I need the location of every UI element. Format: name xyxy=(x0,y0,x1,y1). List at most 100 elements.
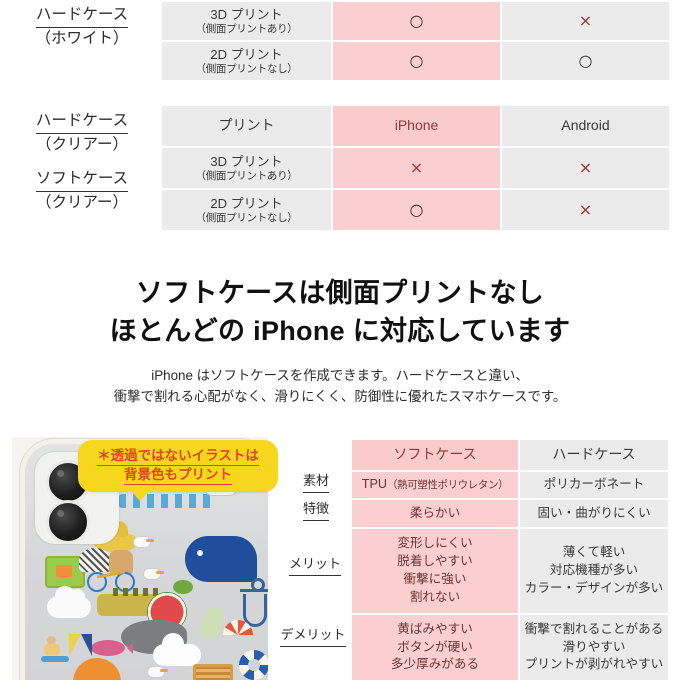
demerit-item: ボタンが硬い xyxy=(397,639,473,654)
cell-iphone-support: ○ xyxy=(333,2,500,40)
soft-material-note: （熱可塑性ポリウレタン） xyxy=(386,479,509,492)
cell-android-support: × xyxy=(502,190,669,230)
frog-illustration xyxy=(173,580,193,594)
label-material: 素材 xyxy=(286,472,346,493)
cell-soft-feature: 柔らかい xyxy=(352,500,518,527)
demerit-item: プリントが剥がれやすい xyxy=(524,657,664,672)
bird-illustration xyxy=(143,568,164,580)
cloud-illustration xyxy=(47,586,91,618)
print-subtitle: （側面プリントあり） xyxy=(195,22,298,35)
support-mark: × xyxy=(578,11,593,31)
bird-illustration xyxy=(147,666,168,678)
label-merit: メリット xyxy=(280,555,350,576)
callout-transparency-note: ＊透過ではないイラストは 背景色もプリント xyxy=(78,440,278,501)
surfer-illustration xyxy=(41,636,69,664)
merit-item: 割れない xyxy=(409,589,461,604)
subcopy-line-2: 衝撃で割れる心配がなく、滑りにくく、防御性に優れたスマホケースです。 xyxy=(113,389,567,405)
fish-illustration xyxy=(91,640,133,656)
cell-soft-merit: 変形しにくい 脱着しやすい 衝撃に強い 割れない xyxy=(352,529,518,613)
label-demerit: デメリット xyxy=(274,626,352,647)
demerit-item: 衝撃で割れることがある xyxy=(524,621,664,636)
print-subtitle: （側面プリントなし） xyxy=(195,62,298,75)
table-hard-case-white: 3D プリント （側面プリントあり） ○ × 2D プリント （側面プリントなし… xyxy=(160,0,671,82)
label-hard-case-white-main: ハードケース xyxy=(35,4,129,29)
cell-hard-material: ポリカーボネート xyxy=(520,472,668,498)
label-hard-case-clear: ハードケース （クリアー） xyxy=(8,110,156,157)
label-demerit-text: デメリット xyxy=(280,626,346,647)
print-subtitle: （側面プリントなし） xyxy=(195,211,298,224)
cell-android-support: × xyxy=(502,2,669,40)
demerit-item: 多少厚みがある xyxy=(390,657,480,672)
support-mark: ○ xyxy=(409,51,424,71)
table-row-merit: 変形しにくい 脱着しやすい 衝撃に強い 割れない 薄くて軽い 対応機種が多い カ… xyxy=(352,529,668,613)
cell-print-type: 3D プリント （側面プリントあり） xyxy=(162,148,331,188)
basket-illustration xyxy=(193,664,233,680)
merit-item: 脱着しやすい xyxy=(397,554,473,569)
support-mark: ○ xyxy=(409,11,424,31)
print-subtitle: （側面プリントあり） xyxy=(195,169,298,182)
cell-soft-material: TPU（熱可塑性ポリウレタン） xyxy=(352,472,518,498)
table-row-material: TPU（熱可塑性ポリウレタン） ポリカーボネート xyxy=(352,472,668,498)
label-hard-case-white-sub: （ホワイト） xyxy=(35,30,129,48)
cloud-illustration xyxy=(153,633,201,666)
label-hard-case-white: ハードケース （ホワイト） xyxy=(8,4,156,51)
header-print: プリント xyxy=(162,106,331,146)
table-row: 2D プリント （側面プリントなし） ○ ○ xyxy=(162,42,669,80)
demerit-item: 滑りやすい xyxy=(562,639,626,654)
headline-line-2: ほとんどの iPhone に対応しています xyxy=(109,316,571,347)
table-header-row: プリント iPhone Android xyxy=(162,106,669,146)
net-illustration xyxy=(79,548,111,572)
label-soft-case-clear: ソフトケース （クリアー） xyxy=(8,168,156,215)
merit-item: 衝撃に強い xyxy=(403,572,467,586)
support-mark: × xyxy=(409,158,424,178)
callout-tail xyxy=(130,490,150,501)
cell-hard-feature: 固い・曲がりにくい xyxy=(520,500,668,527)
cell-print-type: 3D プリント （側面プリントあり） xyxy=(162,2,331,40)
cell-print-type: 2D プリント （側面プリントなし） xyxy=(162,190,331,230)
leaf-illustration xyxy=(201,608,223,638)
label-hard-case-clear-main: ハードケース xyxy=(35,110,129,135)
header-soft-case: ソフトケース xyxy=(352,440,518,470)
cell-android-support: ○ xyxy=(502,42,669,80)
merit-item: 変形しにくい xyxy=(397,536,473,551)
headline-block: ソフトケースは側面プリントなし ほとんどの iPhone に対応しています iP… xyxy=(0,274,680,408)
support-mark: × xyxy=(578,158,593,178)
callout-line-2: 背景色もプリント xyxy=(124,466,232,486)
table-row: 2D プリント （側面プリントなし） ○ × xyxy=(162,190,669,230)
merit-item: 薄くて軽い xyxy=(562,545,626,560)
print-title: 3D プリント xyxy=(210,153,283,169)
print-title: 3D プリント xyxy=(210,6,283,22)
print-title: 2D プリント xyxy=(210,46,283,62)
cell-print-type: 2D プリント （側面プリントなし） xyxy=(162,42,331,80)
table-row: 3D プリント （側面プリントあり） ○ × xyxy=(162,2,669,40)
table-row-demerit: 黄ばみやすい ボタンが硬い 多少厚みがある 衝撃で割れることがある 滑りやすい … xyxy=(352,615,668,680)
headline-subcopy: iPhone はソフトケースを作成できます。ハードケースと違い、 衝撃で割れる心… xyxy=(0,365,680,408)
label-merit-text: メリット xyxy=(288,555,341,576)
label-feature-text: 特徴 xyxy=(302,500,329,521)
merit-item: カラー・デザインが多い xyxy=(524,580,664,595)
cell-hard-merit: 薄くて軽い 対応機種が多い カラー・デザインが多い xyxy=(520,529,668,613)
bird-illustration xyxy=(133,536,154,548)
cell-iphone-support: × xyxy=(333,148,500,188)
support-mark: ○ xyxy=(578,51,593,71)
whale-illustration xyxy=(185,536,257,582)
headline-line-1: ソフトケースは側面プリントなし xyxy=(135,278,545,308)
demerit-item: 黄ばみやすい xyxy=(397,621,473,636)
label-feature: 特徴 xyxy=(286,500,346,521)
cell-hard-demerit: 衝撃で割れることがある 滑りやすい プリントが剥がれやすい xyxy=(520,615,668,680)
print-title: 2D プリント xyxy=(210,195,283,211)
subcopy-line-1: iPhone はソフトケースを作成できます。ハードケースと違い、 xyxy=(151,367,529,383)
table-clear-cases: プリント iPhone Android 3D プリント （側面プリントあり） ×… xyxy=(160,104,671,232)
cell-android-support: × xyxy=(502,148,669,188)
table-soft-vs-hard-comparison: ソフトケース ハードケース TPU（熱可塑性ポリウレタン） ポリカーボネート 柔… xyxy=(350,438,670,682)
table-header-row: ソフトケース ハードケース xyxy=(352,440,668,470)
support-mark: × xyxy=(578,200,593,220)
camera-lens-icon xyxy=(46,500,90,544)
life-ring-illustration xyxy=(239,650,268,680)
label-hard-case-clear-sub: （クリアー） xyxy=(35,136,129,154)
table-row-feature: 柔らかい 固い・曲がりにくい xyxy=(352,500,668,527)
label-soft-case-clear-sub: （クリアー） xyxy=(35,194,129,212)
cell-soft-demerit: 黄ばみやすい ボタンが硬い 多少厚みがある xyxy=(352,615,518,680)
table-row: 3D プリント （側面プリントあり） × × xyxy=(162,148,669,188)
callout-line-1: ＊透過ではないイラストは xyxy=(97,447,259,466)
